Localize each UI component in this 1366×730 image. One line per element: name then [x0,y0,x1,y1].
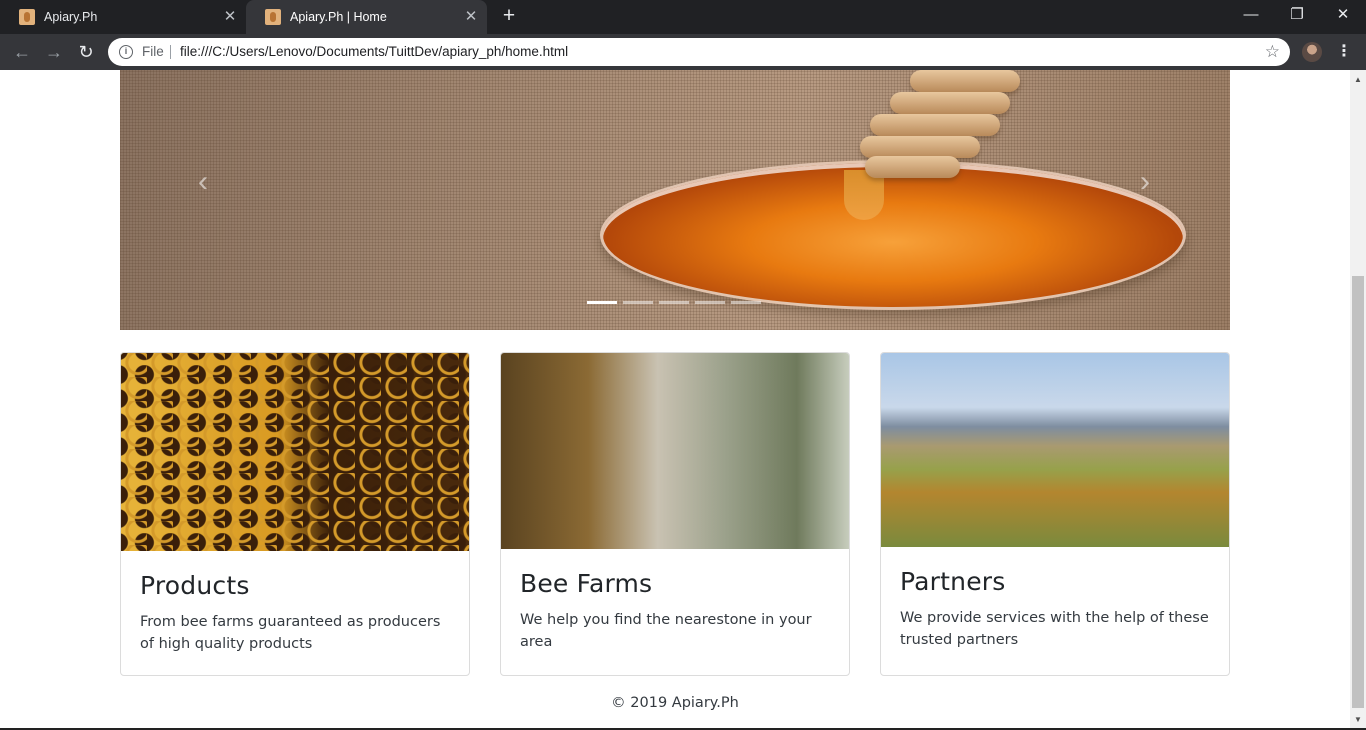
browser-toolbar: ← → ↻ i File file:///C:/Users/Lenovo/Doc… [0,34,1366,70]
card-body: Bee Farms We help you find the neareston… [501,549,849,653]
forward-arrow-icon[interactable]: → [42,40,66,64]
carousel-indicators [587,301,761,304]
new-tab-plus-icon[interactable]: + [497,5,521,29]
info-icon[interactable]: i [119,45,133,59]
tab-strip: Apiary.Ph ✕ Apiary.Ph | Home ✕ + — ❐ ✕ [0,0,1366,34]
beekeepers-field-image [881,353,1229,547]
footer-copyright: © 2019 Apiary.Ph [611,695,739,711]
tab-close-icon[interactable]: ✕ [461,7,481,27]
card-bee-farms: Bee Farms We help you find the neareston… [500,352,850,676]
kebab-menu-icon[interactable]: ⋮ [1334,40,1354,64]
card-body: Products From bee farms guaranteed as pr… [121,551,469,655]
reload-icon[interactable]: ↻ [74,40,98,64]
tab-title: Apiary.Ph [44,10,98,24]
carousel-next-icon[interactable]: › [1125,162,1165,202]
carousel-prev-icon[interactable]: ‹ [183,162,223,202]
site-favicon-icon [265,9,281,25]
carousel-indicator[interactable] [659,301,689,304]
tab-apiary-home[interactable]: Apiary.Ph | Home ✕ [246,0,487,34]
profile-avatar[interactable] [1302,42,1322,62]
card-text: From bee farms guaranteed as producers o… [140,614,441,652]
restore-icon[interactable]: ❐ [1274,0,1320,30]
address-divider [170,45,171,59]
url-text[interactable]: file:///C:/Users/Lenovo/Documents/TuittD… [180,38,568,66]
carousel-indicator[interactable] [731,301,761,304]
page-viewport: ‹ › Products From bee farms guaranteed a… [0,70,1350,730]
scroll-up-icon[interactable]: ▲ [1350,72,1366,88]
card-text: We provide services with the help of the… [900,610,1209,648]
carousel-indicator[interactable] [587,301,617,304]
card-body: Partners We provide services with the he… [881,547,1229,651]
hero-carousel: ‹ › [120,70,1230,330]
scheme-label: File [142,44,164,59]
window-close-icon[interactable]: ✕ [1320,0,1366,30]
minimize-icon[interactable]: — [1228,0,1274,30]
bookmark-star-icon[interactable]: ☆ [1265,38,1280,66]
back-arrow-icon[interactable]: ← [10,40,34,64]
card-title: Partners [900,567,1006,596]
card-title: Products [140,571,250,600]
site-favicon-icon [19,9,35,25]
scrollbar-thumb[interactable] [1352,276,1364,708]
honey-dipper-image [760,70,1030,190]
carousel-indicator[interactable] [623,301,653,304]
carousel-indicator[interactable] [695,301,725,304]
card-products: Products From bee farms guaranteed as pr… [120,352,470,676]
card-title: Bee Farms [520,569,653,598]
scroll-down-icon[interactable]: ▼ [1350,712,1366,728]
honeycomb-bee-image [121,353,469,551]
tab-title: Apiary.Ph | Home [290,10,387,24]
card-partners: Partners We provide services with the he… [880,352,1230,676]
address-bar[interactable]: i File file:///C:/Users/Lenovo/Documents… [108,38,1290,66]
bee-hives-image [501,353,849,549]
card-text: We help you find the nearestone in your … [520,612,812,650]
tab-close-icon[interactable]: ✕ [220,7,240,27]
tab-apiary[interactable]: Apiary.Ph ✕ [0,0,246,34]
page-scrollbar[interactable]: ▲ ▼ [1350,70,1366,730]
